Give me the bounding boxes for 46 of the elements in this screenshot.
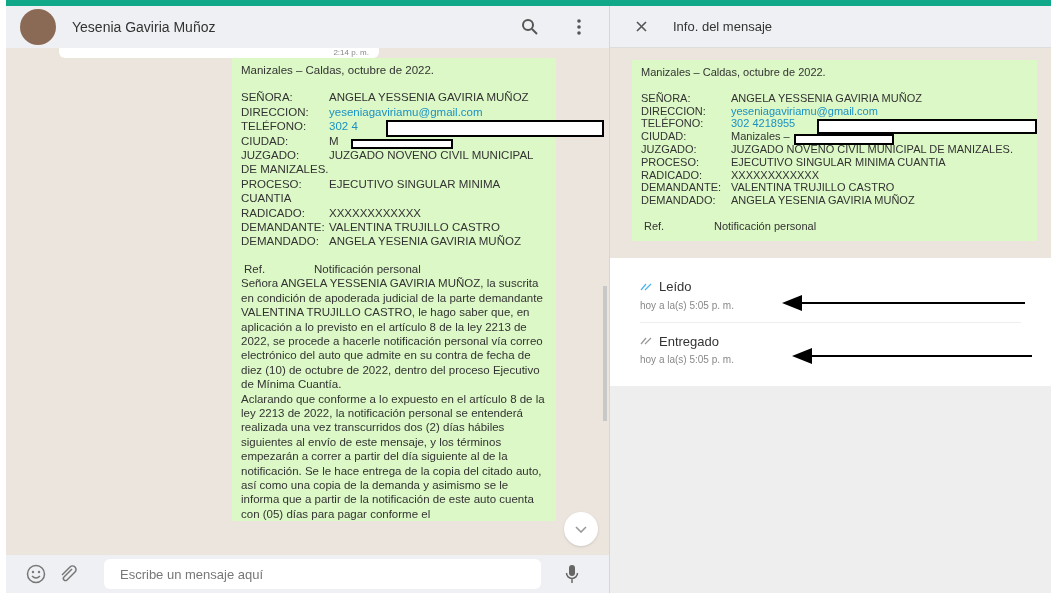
- scrollbar[interactable]: [603, 286, 607, 421]
- field-text: RADICADO: XXXXXXXXXXXX: [241, 205, 423, 221]
- smiley-icon[interactable]: [26, 564, 46, 584]
- close-icon[interactable]: [636, 21, 647, 32]
- field-text: CIUDAD: Manizales –: [641, 130, 1028, 143]
- field-text: DIRECCION: yeseniagaviriamu@gmail.com: [641, 104, 879, 117]
- field-text: PROCESO: EJECUTIVO SINGULAR MINIMA CUANTIA: [641, 155, 947, 169]
- link[interactable]: yeseniagaviriamu@gmail.com: [329, 105, 483, 118]
- message-heading: Manizales – Caldas, octubre de 2022.: [641, 66, 827, 79]
- search-icon[interactable]: [521, 18, 539, 36]
- receipt-status: Entregado: [659, 332, 719, 351]
- reference-value: Notificación personal: [314, 262, 421, 275]
- receipt-time: hoy a la(s) 5:05 p. m.: [640, 353, 734, 367]
- reference-value: Notificación personal: [714, 219, 817, 232]
- field-text: SEÑORA: ANGELA YESSENIA GAVIRIA MUÑOZ: [241, 90, 530, 105]
- field-text: DEMANDADO: ANGELA YESENIA GAVIRIA MUÑOZ: [641, 194, 916, 207]
- message-input[interactable]: Escribe un mensaje aquí: [104, 559, 541, 589]
- reference-label: Ref.: [644, 219, 666, 233]
- link[interactable]: 302 4218955: [731, 117, 796, 130]
- link[interactable]: 302 4: [329, 120, 358, 133]
- receipt-time: hoy a la(s) 5:05 p. m.: [640, 298, 734, 313]
- field-text: SEÑORA: ANGELA YESSENIA GAVIRIA MUÑOZ: [641, 91, 923, 105]
- link[interactable]: yeseniagaviriamu@gmail.com: [731, 104, 878, 117]
- receipt-status: Leído: [659, 278, 692, 296]
- contact-name[interactable]: Yesenia Gaviria Muñoz: [72, 16, 505, 38]
- menu-icon[interactable]: [577, 19, 581, 35]
- field-text: DEMANDADO: ANGELA YESENIA GAVIRIA MUÑOZ: [241, 234, 522, 249]
- field-text: DEMANDANTE: VALENTINA TRUJILLO CASTRO: [241, 220, 501, 235]
- field-text: TELÉFONO: 302 4218955: [641, 117, 1028, 131]
- message-heading: Manizales – Caldas, octubre de 2022.: [241, 63, 436, 78]
- field-text: JUZGADO: JUZGADO NOVENO CIVIL MUNICIPAL DE MANIZALES.: [641, 143, 1014, 156]
- avatar[interactable]: [20, 9, 56, 45]
- field-text: DEMANDANTE: VALENTINA TRUJILLO CASTRO: [641, 181, 896, 194]
- field-text: TELÉFONO: 302 4: [241, 119, 547, 134]
- message-paragraph: Señora ANGELA YESSENIA GAVIRIA MUÑOZ, la suscrita en condición de apoderada judicial de la parte demandante VALENTINA TRUJILLO CASTRO, le hago saber que, en aplicación a lo previsto en el artículo 8 de la ley 2213 de 2022, se procede a hacerle notificación personal vía correo electrónico del auto que admite en su contra de fecha de diez (10) de octubre de 2022, dentro del proceso Ejecutivo de Mínima Cuantía.: [241, 276, 544, 392]
- field-text: CIUDAD: M: [241, 133, 547, 149]
- field-text: DIRECCION: yeseniagaviriamu@gmail.com: [241, 104, 484, 120]
- field-text: PROCESO: EJECUTIVO SINGULAR MINIMA CUANTIA: [241, 176, 501, 206]
- message-time: 2:14 p. m.: [333, 48, 369, 58]
- message-paragraph: Aclarando que conforme a lo expuesto en el artículo 8 de la ley 2213 de 2022, la notificación personal se entenderá realizada una vez transcurridos dos (2) días hábiles siguientes al envío de este mensaje, y los términos empezarán a correr a partir del día siguiente al de la notificación. Se le hace entrega de la copia del citado auto, así como una copia de la demanda y asimismo se le informa que a partir de la notificación de este auto cuenta con (05) días para pagar conforme el: [241, 391, 546, 522]
- chevron-down-icon: [575, 525, 587, 533]
- field-text: RADICADO: XXXXXXXXXXXX: [641, 168, 821, 182]
- field-text: JUZGADO: JUZGADO NOVENO CIVIL MUNICIPAL DE MANIZALES.: [241, 148, 535, 177]
- panel-title: Info. del mensaje: [673, 17, 772, 36]
- microphone-icon[interactable]: [565, 564, 579, 584]
- reference-label: Ref.: [244, 261, 267, 277]
